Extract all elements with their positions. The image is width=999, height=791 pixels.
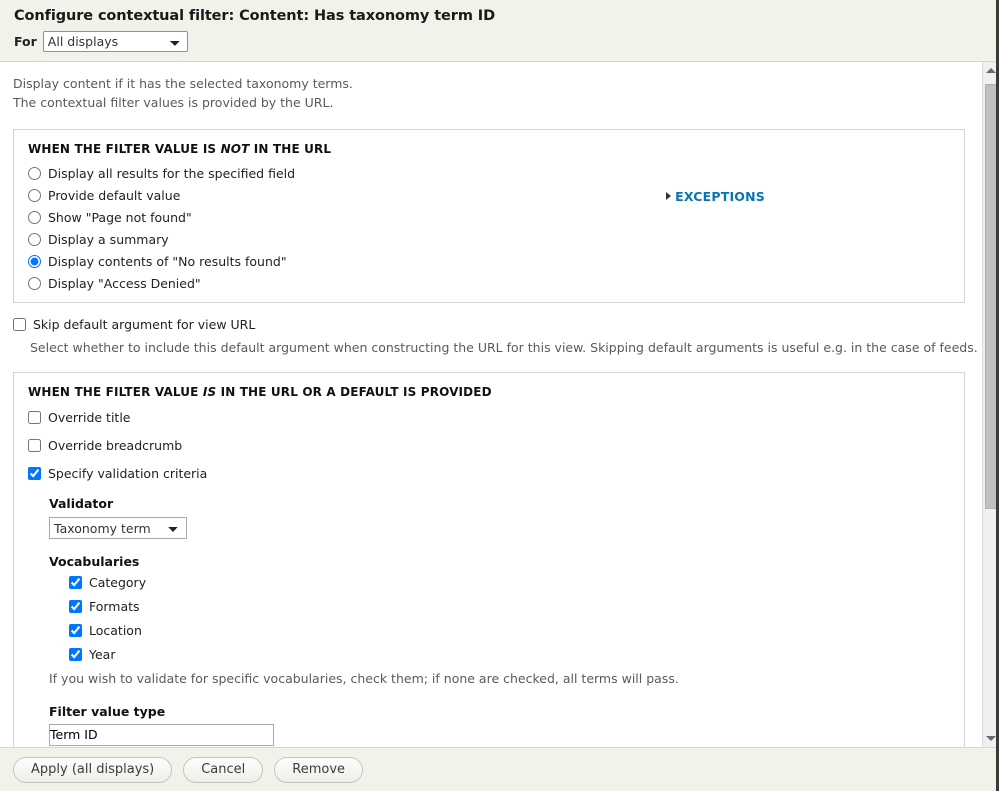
- skip-default-argument-block: Skip default argument for view URL Selec…: [13, 317, 981, 357]
- when-filter-value-not-in-url-fieldset: WHEN THE FILTER VALUE IS NOT IN THE URL …: [13, 128, 965, 303]
- arrow-down-icon: [986, 736, 996, 741]
- dialog-footer: Apply (all displays) Cancel Remove: [0, 748, 999, 791]
- radio-row-display-all-results[interactable]: Display all results for the specified fi…: [28, 166, 295, 182]
- exceptions-details[interactable]: EXCEPTIONS: [666, 166, 950, 292]
- vocabularies-list: Category Formats Location Year: [69, 575, 950, 662]
- checkbox-vocabulary-formats[interactable]: [69, 600, 82, 614]
- not-in-url-legend: WHEN THE FILTER VALUE IS NOT IN THE URL: [28, 142, 950, 156]
- radio-page-not-found[interactable]: [28, 211, 41, 225]
- vocabulary-row-category[interactable]: Category: [69, 575, 950, 590]
- checkbox-override-breadcrumb[interactable]: [28, 438, 41, 452]
- radio-row-provide-default-value[interactable]: Provide default value: [28, 188, 295, 204]
- checkbox-skip-default-argument[interactable]: [13, 317, 26, 331]
- radio-label-display-all-results: Display all results for the specified fi…: [48, 166, 296, 182]
- checkbox-row-override-breadcrumb[interactable]: Override breadcrumb: [28, 437, 950, 453]
- vocabulary-row-year[interactable]: Year: [69, 647, 950, 662]
- checkbox-row-specify-validation-criteria[interactable]: Specify validation criteria: [28, 465, 950, 481]
- in-url-legend: WHEN THE FILTER VALUE IS IN THE URL OR A…: [28, 385, 950, 399]
- legend-text-after: IN THE URL: [249, 141, 332, 156]
- label-skip-default-argument: Skip default argument for view URL: [33, 316, 256, 332]
- validation-settings: Validator Taxonomy term Vocabularies Cat…: [49, 496, 950, 746]
- apply-button[interactable]: Apply (all displays): [13, 756, 173, 783]
- label-vocabulary-category: Category: [89, 575, 147, 591]
- arrow-up-icon: [986, 68, 996, 73]
- not-in-url-inner: Display all results for the specified fi…: [28, 166, 950, 292]
- validator-heading: Validator: [49, 496, 114, 512]
- radio-row-page-not-found[interactable]: Show "Page not found": [28, 210, 295, 226]
- vocabularies-heading: Vocabularies: [49, 554, 140, 570]
- legend2-emphasis: IS: [202, 385, 217, 400]
- skip-default-argument-description: Select whether to include this default a…: [30, 339, 978, 355]
- default-action-radio-group: Display all results for the specified fi…: [28, 166, 295, 292]
- for-display-row: For All displays: [14, 31, 985, 52]
- dialog-header: Configure contextual filter: Content: Ha…: [0, 0, 999, 62]
- for-display-select[interactable]: All displays: [42, 31, 188, 52]
- legend-text-before: WHEN THE FILTER VALUE IS: [28, 141, 221, 156]
- radio-row-no-results-found[interactable]: Display contents of "No results found": [28, 254, 295, 270]
- vocabularies-description: If you wish to validate for specific voc…: [49, 671, 679, 687]
- radio-display-summary[interactable]: [28, 233, 41, 247]
- label-specify-validation-criteria: Specify validation criteria: [48, 465, 208, 481]
- radio-label-page-not-found: Show "Page not found": [48, 210, 192, 226]
- radio-label-provide-default-value: Provide default value: [48, 188, 181, 204]
- radio-no-results-found[interactable]: [28, 255, 41, 269]
- dialog-scroll-body: Display content if it has the selected t…: [0, 62, 999, 748]
- radio-label-display-summary: Display a summary: [48, 232, 169, 248]
- checkbox-vocabulary-location[interactable]: [69, 624, 82, 638]
- label-override-title: Override title: [48, 409, 131, 425]
- radio-display-all-results[interactable]: [28, 167, 41, 181]
- configure-contextual-filter-dialog: Configure contextual filter: Content: Ha…: [0, 0, 999, 791]
- for-label: For: [14, 34, 37, 49]
- vocabulary-row-location[interactable]: Location: [69, 623, 950, 638]
- checkbox-row-override-title[interactable]: Override title: [28, 409, 950, 425]
- label-override-breadcrumb: Override breadcrumb: [48, 437, 183, 453]
- validator-select[interactable]: Taxonomy term: [49, 517, 187, 540]
- chevron-right-icon: [666, 191, 672, 200]
- checkbox-specify-validation-criteria[interactable]: [28, 466, 41, 480]
- vocabulary-row-formats[interactable]: Formats: [69, 599, 950, 614]
- skip-default-argument-row[interactable]: Skip default argument for view URL: [13, 317, 981, 332]
- legend-emphasis: NOT: [220, 141, 250, 156]
- cancel-button[interactable]: Cancel: [183, 756, 264, 783]
- legend2-text-before: WHEN THE FILTER VALUE: [28, 385, 203, 400]
- radio-label-access-denied: Display "Access Denied": [48, 276, 201, 292]
- remove-button[interactable]: Remove: [274, 756, 364, 783]
- filter-value-type-select[interactable]: Term ID: [49, 723, 274, 746]
- label-vocabulary-formats: Formats: [89, 599, 140, 615]
- page-title: Configure contextual filter: Content: Ha…: [14, 8, 496, 24]
- radio-row-display-summary[interactable]: Display a summary: [28, 232, 295, 248]
- radio-row-access-denied[interactable]: Display "Access Denied": [28, 276, 295, 292]
- checkbox-override-title[interactable]: [28, 410, 41, 424]
- radio-label-no-results-found: Display contents of "No results found": [48, 254, 287, 270]
- radio-access-denied[interactable]: [28, 277, 41, 291]
- checkbox-vocabulary-category[interactable]: [69, 576, 82, 590]
- checkbox-vocabulary-year[interactable]: [69, 648, 82, 662]
- label-vocabulary-location: Location: [89, 623, 142, 639]
- filter-description-line-1: Display content if it has the selected t…: [13, 76, 353, 91]
- legend2-text-after: IN THE URL OR A DEFAULT IS PROVIDED: [216, 385, 492, 400]
- radio-provide-default-value[interactable]: [28, 189, 41, 203]
- exceptions-summary-label[interactable]: EXCEPTIONS: [675, 189, 765, 204]
- filter-description-line-2: The contextual filter values is provided…: [13, 95, 334, 111]
- dialog-content: Display content if it has the selected t…: [0, 62, 981, 747]
- filter-value-type-heading: Filter value type: [49, 703, 166, 719]
- when-filter-value-is-in-url-fieldset: WHEN THE FILTER VALUE IS IN THE URL OR A…: [13, 372, 965, 747]
- label-vocabulary-year: Year: [89, 647, 116, 663]
